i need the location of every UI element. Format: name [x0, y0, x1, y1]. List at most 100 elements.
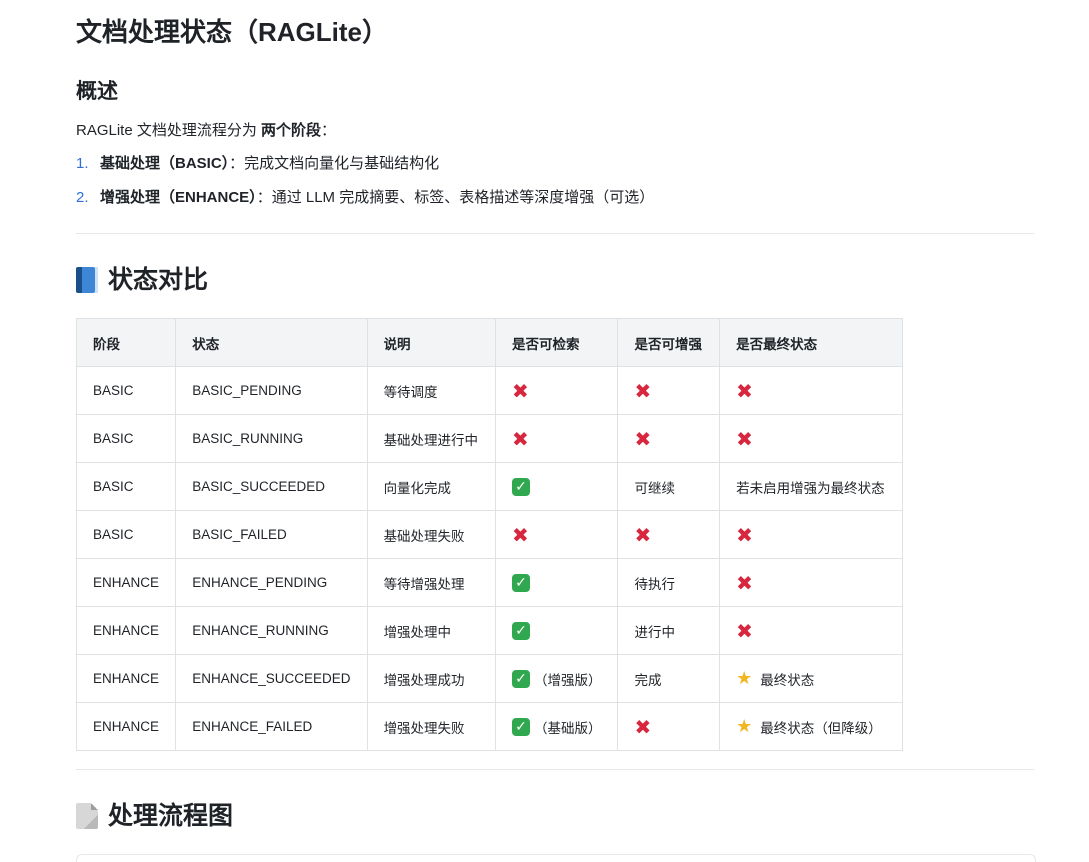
cell-searchable: ✓: [494, 462, 619, 511]
cell-stage: ENHANCE: [75, 558, 177, 607]
stage-desc: ：通过 LLM 完成摘要、标签、表格描述等深度增强（可选）: [256, 189, 655, 206]
table-row: BASIC BASIC_FAILED 基础处理失败 ✖ ✖ ✖: [75, 510, 903, 559]
cell-stage: ENHANCE: [75, 654, 177, 703]
table-header-row: 阶段 状态 说明 是否可检索 是否可增强 是否最终状态: [75, 318, 903, 367]
cell-searchable: ✓ （增强版）: [494, 654, 619, 703]
table-row: ENHANCE ENHANCE_RUNNING 增强处理中 ✓ 进行中 ✖: [75, 606, 903, 655]
cell-searchable: ✖: [494, 366, 619, 415]
cell-desc: 增强处理成功: [366, 654, 496, 703]
stage-desc: ：完成文档向量化与基础结构化: [229, 155, 440, 172]
comparison-heading: 状态对比: [76, 263, 208, 297]
cell-enhanceable: 进行中: [617, 606, 721, 655]
cross-icon: ✖: [736, 522, 753, 547]
cell-stage: BASIC: [75, 414, 177, 463]
stage-name: 增强处理（ENHANCE）: [100, 189, 257, 206]
star-icon: ★: [736, 716, 753, 737]
cell-final: 若未启用增强为最终状态: [719, 462, 903, 511]
table-row: ENHANCE ENHANCE_PENDING 等待增强处理 ✓ 待执行 ✖: [75, 558, 903, 607]
cell-desc: 增强处理失败: [366, 702, 496, 751]
cross-icon: ✖: [511, 426, 529, 451]
cell-desc: 等待调度: [366, 366, 496, 415]
cell-searchable: ✖: [494, 414, 619, 463]
cell-note: （基础版）: [533, 720, 602, 736]
cell-final: ✖: [719, 510, 903, 559]
cross-icon: ✖: [634, 378, 652, 403]
cross-icon: ✖: [736, 618, 753, 643]
cell-status: ENHANCE_RUNNING: [175, 606, 368, 655]
table-row: BASIC BASIC_RUNNING 基础处理进行中 ✖ ✖ ✖: [75, 414, 903, 463]
cell-status: BASIC_FAILED: [175, 510, 368, 559]
cell-stage: ENHANCE: [75, 702, 177, 751]
check-icon: ✓: [511, 573, 530, 592]
stage-number: 1.: [76, 155, 89, 172]
cell-status: ENHANCE_SUCCEEDED: [175, 654, 368, 703]
check-icon: ✓: [511, 669, 530, 688]
column-header: 说明: [366, 318, 496, 367]
cell-note: 最终状态（但降级）: [760, 720, 882, 736]
cell-enhanceable: 完成: [617, 654, 721, 703]
cell-note: （增强版）: [533, 672, 602, 688]
check-icon: ✓: [511, 621, 530, 640]
table-row: ENHANCE ENHANCE_SUCCEEDED 增强处理成功 ✓ （增强版） 完成 ★ 最…: [75, 654, 903, 703]
column-header: 是否最终状态: [719, 318, 903, 367]
stage-list: 1. 基础处理（BASIC）：完成文档向量化与基础结构化 2. 增强处理（ENH…: [76, 153, 654, 221]
status-table: 阶段 状态 说明 是否可检索 是否可增强 是否最终状态 BASIC BASIC_PENDIN…: [75, 318, 903, 751]
document-page: 文档处理状态（RAGLite） 概述 RAGLite 文档处理流程分为 两个阶段…: [0, 0, 1089, 862]
column-header: 状态: [175, 318, 368, 367]
cell-desc: 基础处理进行中: [366, 414, 496, 463]
column-header: 是否可检索: [494, 318, 619, 367]
intro-suffix: ：: [321, 122, 337, 139]
cell-enhanceable: ✖: [617, 702, 721, 751]
cell-status: ENHANCE_FAILED: [175, 702, 368, 751]
cell-final: ★ 最终状态（但降级）: [719, 702, 903, 751]
section-divider: [76, 233, 1034, 234]
check-icon: ✓: [511, 477, 530, 496]
cross-icon: ✖: [634, 714, 652, 739]
stage-name: 基础处理（BASIC）: [100, 155, 230, 172]
cell-enhanceable: ✖: [617, 366, 721, 415]
cell-enhanceable: ✖: [617, 510, 721, 559]
flow-diagram-container: [76, 854, 1036, 862]
column-header: 是否可增强: [617, 318, 721, 367]
cell-desc: 等待增强处理: [366, 558, 496, 607]
cross-icon: ✖: [736, 378, 753, 403]
page-title: 文档处理状态（RAGLite）: [76, 17, 389, 47]
table-body: BASIC BASIC_PENDING 等待调度 ✖ ✖ ✖ BASIC BASIC_RUNN…: [75, 366, 903, 751]
cell-searchable: ✓: [494, 558, 619, 607]
cell-status: ENHANCE_PENDING: [175, 558, 368, 607]
cell-stage: BASIC: [75, 366, 177, 415]
check-icon: ✓: [511, 717, 530, 736]
cell-final: ★ 最终状态: [719, 654, 903, 703]
cell-desc: 向量化完成: [366, 462, 496, 511]
cross-icon: ✖: [511, 522, 529, 547]
page-icon: [76, 803, 98, 829]
flow-heading-text: 处理流程图: [108, 802, 234, 830]
cross-icon: ✖: [736, 570, 753, 595]
table-row: BASIC BASIC_PENDING 等待调度 ✖ ✖ ✖: [75, 366, 903, 415]
cross-icon: ✖: [634, 522, 652, 547]
cell-stage: BASIC: [75, 462, 177, 511]
comparison-heading-text: 状态对比: [108, 266, 209, 294]
blue-book-icon: [76, 267, 98, 293]
table-row: BASIC BASIC_SUCCEEDED 向量化完成 ✓ 可继续 若未启用增强为最终状态: [75, 462, 903, 511]
stage-number: 2.: [76, 189, 89, 206]
cell-final: ✖: [719, 366, 903, 415]
cell-status: BASIC_SUCCEEDED: [175, 462, 368, 511]
cell-note: 若未启用增强为最终状态: [736, 480, 885, 496]
overview-intro: RAGLite 文档处理流程分为 两个阶段：: [76, 120, 336, 142]
cell-note: 待执行: [634, 576, 675, 592]
intro-bold: 两个阶段: [261, 122, 322, 139]
cell-note: 完成: [634, 672, 662, 688]
column-header: 阶段: [75, 318, 177, 367]
cell-searchable: ✓ （基础版）: [494, 702, 619, 751]
cell-enhanceable: 待执行: [617, 558, 721, 607]
cell-note: 最终状态: [760, 672, 815, 688]
cell-desc: 基础处理失败: [366, 510, 496, 559]
cell-desc: 增强处理中: [366, 606, 496, 655]
cell-final: ✖: [719, 414, 903, 463]
stage-item: 2. 增强处理（ENHANCE）：通过 LLM 完成摘要、标签、表格描述等深度增…: [76, 187, 654, 221]
cell-stage: BASIC: [75, 510, 177, 559]
cross-icon: ✖: [511, 378, 529, 403]
cross-icon: ✖: [736, 426, 753, 451]
cross-icon: ✖: [634, 426, 652, 451]
